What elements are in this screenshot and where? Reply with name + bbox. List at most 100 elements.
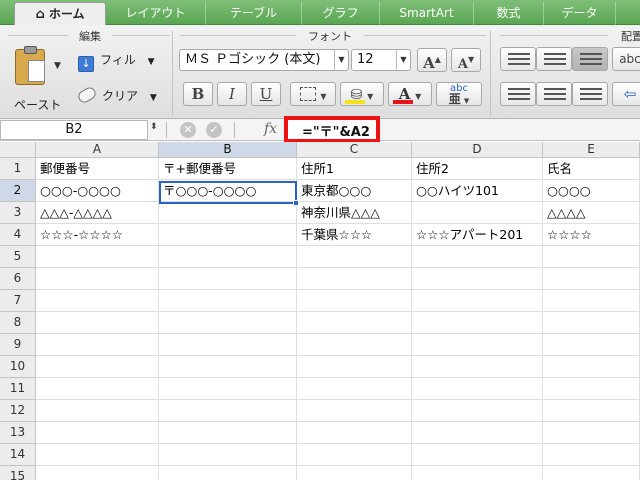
align-middle-button[interactable] bbox=[536, 47, 572, 71]
cell-b8[interactable] bbox=[159, 312, 297, 334]
tab-smartart[interactable]: SmartArt bbox=[380, 2, 474, 25]
row-header-7[interactable]: 7 bbox=[0, 290, 36, 312]
tab-data[interactable]: データ bbox=[544, 2, 616, 25]
cell-d3[interactable] bbox=[412, 202, 543, 224]
cell-d4[interactable]: ☆☆☆アパート201 bbox=[412, 224, 543, 246]
cell-e2[interactable]: ○○○○ bbox=[543, 180, 640, 202]
decrease-indent-button[interactable]: ⇦ bbox=[612, 82, 640, 106]
cell-a7[interactable] bbox=[36, 290, 159, 312]
cell-a4[interactable]: ☆☆☆-☆☆☆☆ bbox=[36, 224, 159, 246]
cell-a11[interactable] bbox=[36, 378, 159, 400]
cell-c5[interactable] bbox=[297, 246, 412, 268]
cell-d12[interactable] bbox=[412, 400, 543, 422]
cell-e11[interactable] bbox=[543, 378, 640, 400]
cell-c11[interactable] bbox=[297, 378, 412, 400]
cell-b11[interactable] bbox=[159, 378, 297, 400]
column-header-d[interactable]: D bbox=[412, 142, 543, 158]
row-header-2[interactable]: 2 bbox=[0, 180, 36, 202]
cell-d5[interactable] bbox=[412, 246, 543, 268]
clear-button[interactable]: クリア ▼ bbox=[76, 85, 157, 107]
cell-b5[interactable] bbox=[159, 246, 297, 268]
align-right-button[interactable] bbox=[572, 82, 608, 106]
cell-e1[interactable]: 氏名 bbox=[543, 158, 640, 180]
cell-d13[interactable] bbox=[412, 422, 543, 444]
row-header-11[interactable]: 11 bbox=[0, 378, 36, 400]
tab-formulas[interactable]: 数式 bbox=[474, 2, 544, 25]
row-header-14[interactable]: 14 bbox=[0, 444, 36, 466]
cell-b10[interactable] bbox=[159, 356, 297, 378]
column-header-e[interactable]: E bbox=[543, 142, 640, 158]
cell-d6[interactable] bbox=[412, 268, 543, 290]
tab-chart[interactable]: グラフ bbox=[302, 2, 380, 25]
row-header-13[interactable]: 13 bbox=[0, 422, 36, 444]
cell-a5[interactable] bbox=[36, 246, 159, 268]
underline-button[interactable]: U bbox=[251, 82, 281, 106]
cell-b1[interactable]: 〒+郵便番号 bbox=[159, 158, 297, 180]
font-size-select[interactable]: 12 ▼ bbox=[351, 49, 411, 71]
cell-b3[interactable] bbox=[159, 202, 297, 224]
row-header-8[interactable]: 8 bbox=[0, 312, 36, 334]
name-box-stepper-icon[interactable]: ⬍ bbox=[150, 122, 158, 132]
cell-d2[interactable]: ○○ハイツ101 bbox=[412, 180, 543, 202]
bold-button[interactable]: B bbox=[183, 82, 213, 106]
column-header-a[interactable]: A bbox=[36, 142, 159, 158]
cell-c6[interactable] bbox=[297, 268, 412, 290]
enter-icon[interactable]: ✓ bbox=[206, 122, 222, 138]
cell-d15[interactable] bbox=[412, 466, 543, 480]
cell-b4[interactable] bbox=[159, 224, 297, 246]
cell-e5[interactable] bbox=[543, 246, 640, 268]
row-header-12[interactable]: 12 bbox=[0, 400, 36, 422]
cell-d11[interactable] bbox=[412, 378, 543, 400]
select-all-corner[interactable] bbox=[0, 142, 36, 158]
cell-c4[interactable]: 千葉県☆☆☆ bbox=[297, 224, 412, 246]
cell-a3[interactable]: △△△-△△△△ bbox=[36, 202, 159, 224]
cell-d14[interactable] bbox=[412, 444, 543, 466]
tab-layout[interactable]: レイアウト bbox=[106, 2, 206, 25]
cell-d7[interactable] bbox=[412, 290, 543, 312]
align-top-button[interactable] bbox=[500, 47, 536, 71]
cell-b9[interactable] bbox=[159, 334, 297, 356]
cell-e7[interactable] bbox=[543, 290, 640, 312]
name-box[interactable]: B2 bbox=[0, 120, 148, 140]
cell-b7[interactable] bbox=[159, 290, 297, 312]
cell-c14[interactable] bbox=[297, 444, 412, 466]
cell-e8[interactable] bbox=[543, 312, 640, 334]
cancel-icon[interactable]: ✕ bbox=[180, 122, 196, 138]
cell-c7[interactable] bbox=[297, 290, 412, 312]
align-left-button[interactable] bbox=[500, 82, 536, 106]
cell-a14[interactable] bbox=[36, 444, 159, 466]
cell-d10[interactable] bbox=[412, 356, 543, 378]
paste-dropdown-icon[interactable]: ▼ bbox=[54, 61, 61, 71]
cell-a1[interactable]: 郵便番号 bbox=[36, 158, 159, 180]
cell-a13[interactable] bbox=[36, 422, 159, 444]
tab-home[interactable]: ⌂ ホーム bbox=[14, 2, 106, 25]
cell-a9[interactable] bbox=[36, 334, 159, 356]
cell-b2[interactable]: 〒○○○-○○○○ bbox=[159, 180, 297, 202]
cell-e13[interactable] bbox=[543, 422, 640, 444]
cell-b15[interactable] bbox=[159, 466, 297, 480]
cell-e9[interactable] bbox=[543, 334, 640, 356]
row-header-5[interactable]: 5 bbox=[0, 246, 36, 268]
cell-c3[interactable]: 神奈川県△△△ bbox=[297, 202, 412, 224]
fill-button[interactable]: ↓ フィル ▼ bbox=[78, 49, 155, 72]
cell-e4[interactable]: ☆☆☆☆ bbox=[543, 224, 640, 246]
grow-font-button[interactable]: A▲ bbox=[417, 48, 447, 72]
cell-d9[interactable] bbox=[412, 334, 543, 356]
row-header-4[interactable]: 4 bbox=[0, 224, 36, 246]
row-header-10[interactable]: 10 bbox=[0, 356, 36, 378]
cell-a10[interactable] bbox=[36, 356, 159, 378]
row-header-1[interactable]: 1 bbox=[0, 158, 36, 180]
cell-c9[interactable] bbox=[297, 334, 412, 356]
column-header-b[interactable]: B bbox=[159, 142, 297, 158]
cell-c10[interactable] bbox=[297, 356, 412, 378]
cell-c1[interactable]: 住所1 bbox=[297, 158, 412, 180]
cell-c2[interactable]: 東京都○○○ bbox=[297, 180, 412, 202]
cell-a12[interactable] bbox=[36, 400, 159, 422]
cell-c12[interactable] bbox=[297, 400, 412, 422]
formula-input[interactable]: ="〒"&A2 bbox=[302, 121, 370, 140]
row-header-9[interactable]: 9 bbox=[0, 334, 36, 356]
cell-b13[interactable] bbox=[159, 422, 297, 444]
italic-button[interactable]: I bbox=[217, 82, 247, 106]
cell-b12[interactable] bbox=[159, 400, 297, 422]
fill-color-button[interactable]: ⛁ ▼ bbox=[340, 82, 384, 106]
